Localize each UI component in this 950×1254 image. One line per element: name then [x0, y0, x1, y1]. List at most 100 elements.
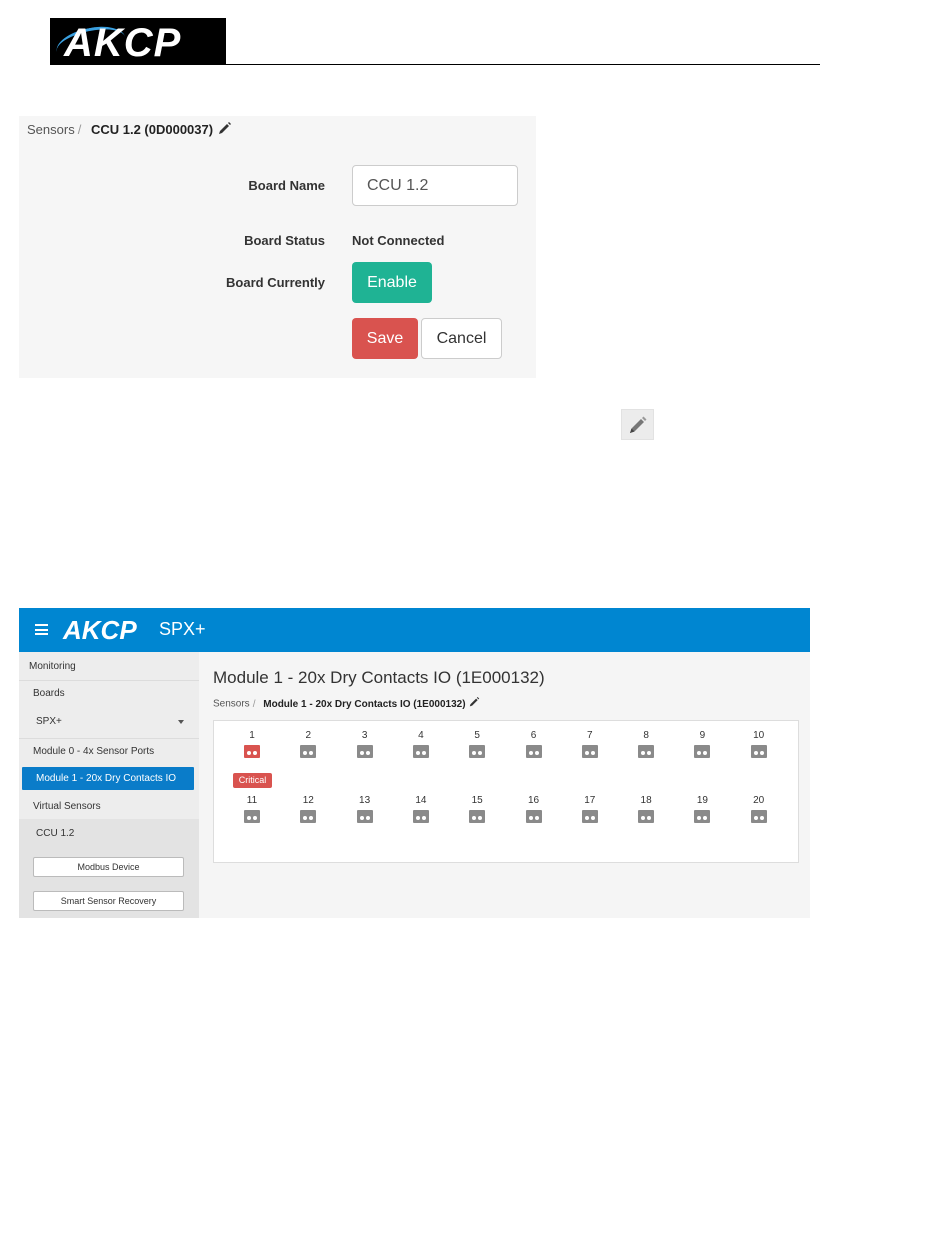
page-title: Module 1 - 20x Dry Contacts IO (1E000132… [213, 668, 545, 687]
port-number: 8 [643, 730, 649, 741]
brand-logo: AKCP [63, 615, 137, 645]
sidebar-divider [19, 680, 199, 681]
breadcrumb-separator: / [252, 698, 256, 710]
pencil-icon[interactable] [468, 697, 481, 711]
cancel-button[interactable]: Cancel [421, 318, 502, 359]
dry-contact-port[interactable]: 13 [345, 795, 385, 823]
critical-badge: Critical [233, 773, 272, 788]
akcp-logo: AKCP [50, 18, 226, 65]
ports-panel: Critical 1 2 3 4 5 6 7 8 9 10 11 12 13 14 15 16 17 18 19 20 [213, 720, 799, 863]
top-navbar: AKCP SPX+ [19, 608, 810, 652]
sidebar-item-module1[interactable]: Module 1 - 20x Dry Contacts IO [22, 767, 194, 790]
dry-contact-icon[interactable] [244, 810, 260, 823]
port-number: 9 [699, 730, 706, 741]
dry-contact-port[interactable]: 2 [288, 730, 328, 758]
dry-contact-port[interactable]: 6 [514, 730, 554, 758]
dry-contact-port[interactable]: 19 [682, 795, 722, 823]
dry-contact-port[interactable]: 5 [457, 730, 497, 758]
dry-contact-port[interactable]: 16 [514, 795, 554, 823]
dry-contact-port[interactable]: 11 [232, 795, 272, 823]
dry-contact-port[interactable]: 9 [682, 730, 722, 758]
dry-contact-port[interactable]: 20 [739, 795, 779, 823]
edit-pencil-icon [621, 409, 654, 440]
dry-contact-icon[interactable] [750, 745, 767, 758]
dry-contact-port[interactable]: 3 [345, 730, 385, 758]
sidebar-item-boards[interactable]: Boards [33, 688, 65, 699]
port-number: 15 [471, 795, 483, 806]
port-number: 19 [696, 795, 708, 806]
breadcrumb-current: Module 1 - 20x Dry Contacts IO (1E000132… [263, 698, 466, 710]
port-number: 4 [418, 730, 424, 741]
sidebar-item-module0[interactable]: Module 0 - 4x Sensor Ports [33, 746, 154, 757]
spx-ui-screenshot: AKCP SPX+ Monitoring Boards SPX+ Module … [19, 608, 810, 918]
board-status-value: Not Connected [352, 233, 445, 248]
dry-contact-icon[interactable] [356, 745, 373, 758]
board-currently-label: Board Currently [226, 275, 325, 290]
enable-button[interactable]: Enable [352, 262, 432, 303]
board-name-label: Board Name [248, 178, 325, 193]
breadcrumb-current: CCU 1.2 (0D000037) [90, 122, 214, 137]
dry-contact-port[interactable]: 4 [401, 730, 441, 758]
port-number: 14 [415, 795, 427, 806]
port-number: 12 [302, 795, 314, 806]
port-number: 1 [249, 730, 255, 741]
hamburger-menu-icon[interactable] [35, 624, 48, 635]
dry-contact-icon[interactable] [525, 810, 542, 823]
breadcrumb-sensors-link[interactable]: Sensors [27, 122, 75, 137]
board-name-input[interactable]: CCU 1.2 [352, 165, 518, 206]
dry-contact-icon[interactable] [412, 745, 429, 758]
chevron-down-icon[interactable] [178, 720, 184, 724]
logo-text: AKCP [64, 21, 182, 65]
sidebar-item-monitoring[interactable]: Monitoring [29, 661, 76, 672]
dry-contact-icon[interactable] [469, 810, 486, 823]
save-button[interactable]: Save [352, 318, 418, 359]
dry-contact-port[interactable]: 1 [232, 730, 272, 758]
port-number: 20 [753, 795, 765, 806]
dry-contact-port[interactable]: 7 [570, 730, 610, 758]
breadcrumb: Sensors / Module 1 - 20x Dry Contacts IO … [213, 697, 481, 711]
breadcrumb-sensors-link[interactable]: Sensors [213, 699, 250, 710]
sidebar: Monitoring Boards SPX+ Module 0 - 4x Sen… [19, 652, 199, 918]
port-number: 10 [753, 730, 765, 741]
dry-contact-icon[interactable] [694, 810, 711, 823]
dry-contact-icon[interactable] [581, 810, 598, 823]
port-number: 7 [587, 730, 593, 741]
board-edit-screenshot: Sensors / CCU 1.2 (0D000037) Board Name C… [19, 116, 536, 378]
port-number: 6 [530, 730, 537, 741]
dry-contact-icon[interactable] [356, 810, 373, 823]
breadcrumb: Sensors / CCU 1.2 (0D000037) [27, 122, 233, 139]
port-number: 3 [361, 730, 368, 741]
sidebar-item-ccu[interactable]: CCU 1.2 [36, 828, 74, 839]
dry-contact-icon[interactable] [638, 745, 655, 758]
dry-contact-port[interactable]: 14 [401, 795, 441, 823]
dry-contact-port[interactable]: 18 [626, 795, 666, 823]
dry-contact-port[interactable]: 15 [457, 795, 497, 823]
breadcrumb-separator: / [77, 122, 82, 137]
port-number: 16 [527, 795, 540, 806]
dry-contact-icon[interactable] [581, 745, 598, 758]
sidebar-item-virtual-sensors[interactable]: Virtual Sensors [33, 801, 101, 812]
port-number: 5 [474, 730, 480, 741]
smart-sensor-recovery-button[interactable]: Smart Sensor Recovery [33, 891, 184, 911]
sidebar-divider [19, 738, 199, 739]
dry-contact-icon[interactable] [694, 745, 711, 758]
device-select[interactable]: SPX+ [36, 716, 62, 727]
port-number: 13 [359, 795, 371, 806]
dry-contact-icon[interactable] [300, 810, 317, 823]
dry-contact-port[interactable]: 10 [739, 730, 779, 758]
dry-contact-port[interactable]: 17 [570, 795, 610, 823]
port-number: 2 [305, 730, 312, 741]
pencil-icon[interactable] [217, 122, 233, 139]
port-number: 11 [246, 795, 258, 806]
dry-contact-port[interactable]: 12 [288, 795, 328, 823]
dry-contact-icon[interactable] [469, 745, 486, 758]
dry-contact-icon[interactable] [638, 810, 655, 823]
dry-contact-icon[interactable] [525, 745, 542, 758]
dry-contact-port[interactable]: 8 [626, 730, 666, 758]
dry-contact-icon[interactable] [300, 745, 317, 758]
dry-contact-icon[interactable] [244, 745, 260, 758]
dry-contact-icon[interactable] [412, 810, 429, 823]
port-number: 17 [584, 795, 596, 806]
dry-contact-icon[interactable] [750, 810, 767, 823]
modbus-device-button[interactable]: Modbus Device [33, 857, 184, 877]
